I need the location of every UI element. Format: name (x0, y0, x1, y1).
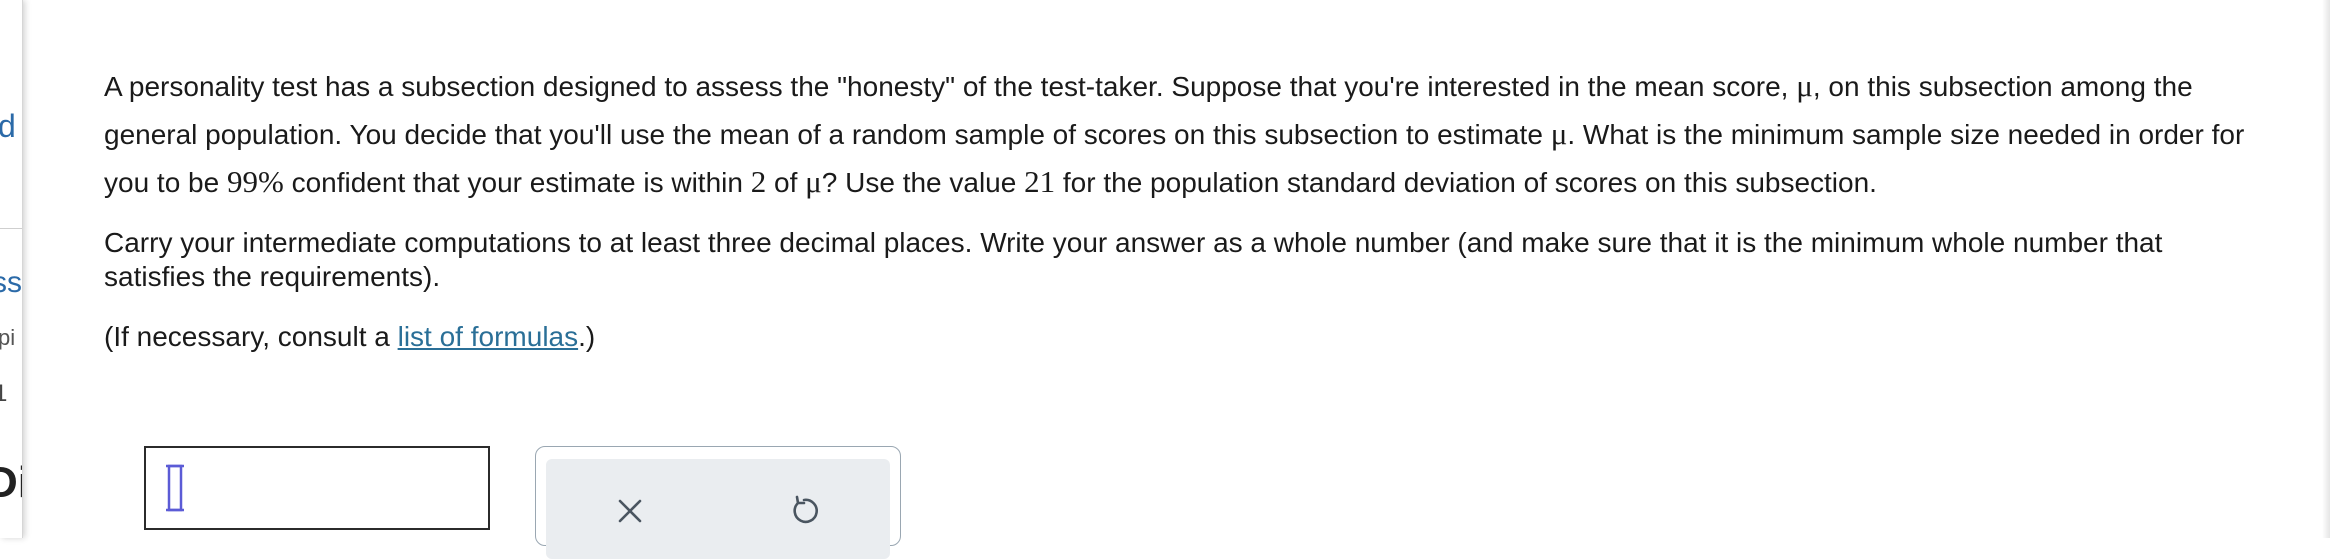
undo-button[interactable] (782, 489, 826, 533)
formulas-note: (If necessary, consult a list of formula… (104, 320, 2254, 354)
mu-symbol: μ (1550, 116, 1568, 151)
question-text: for the population standard deviation of… (1055, 167, 1877, 198)
standard-deviation-value: 21 (1024, 164, 1056, 199)
x-icon (618, 499, 642, 523)
clear-button[interactable] (608, 489, 652, 533)
formulas-note-prefix: (If necessary, consult a (104, 321, 398, 352)
sidebar-fragment-heading: Di (0, 458, 22, 508)
sidebar-divider (0, 228, 22, 229)
question-content: A personality test has a subsection desi… (104, 62, 2254, 354)
sidebar-fragment-text: pi (0, 325, 16, 350)
formulas-note-suffix: .) (578, 321, 596, 352)
confidence-level: 99% (226, 164, 284, 199)
mu-symbol: μ (1796, 68, 1813, 103)
answer-tools-panel (535, 446, 901, 559)
left-sidebar: d ss pi 1 Di (0, 0, 23, 538)
right-edge-shadow (2322, 0, 2330, 538)
question-text: ? Use the value (821, 167, 1025, 198)
question-text: A personality test has a subsection desi… (104, 71, 1797, 102)
sidebar-fragment-link[interactable]: ss (0, 266, 22, 300)
question-paragraph: A personality test has a subsection desi… (104, 62, 2254, 206)
question-text: confident that your estimate is within (283, 167, 751, 198)
sidebar-fragment-count: 1 (0, 380, 7, 408)
instructions-paragraph: Carry your intermediate computations to … (104, 227, 2163, 292)
margin-of-error: 2 (750, 164, 767, 199)
answer-input[interactable] (146, 448, 488, 528)
mu-symbol: μ (805, 164, 822, 199)
answer-field[interactable] (144, 446, 490, 530)
undo-icon (793, 495, 818, 524)
answer-tools-bar (546, 459, 890, 559)
list-of-formulas-link[interactable]: list of formulas (398, 321, 579, 352)
question-text: of (766, 167, 806, 198)
sidebar-fragment-link[interactable]: d (0, 108, 16, 145)
